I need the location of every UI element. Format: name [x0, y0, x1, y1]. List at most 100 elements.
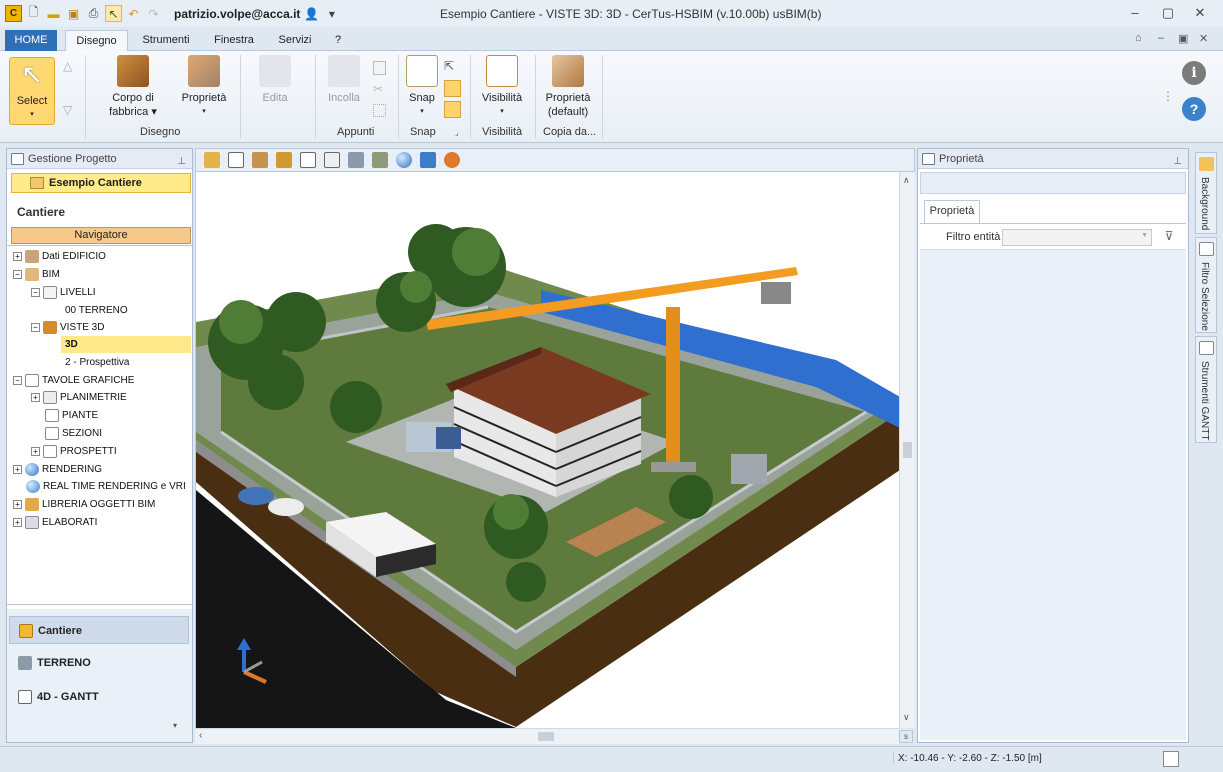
- properties-icon: [922, 153, 935, 165]
- user-icon[interactable]: 👤: [303, 5, 320, 22]
- 3d-viewport[interactable]: [195, 172, 899, 728]
- status-settings-icon[interactable]: [1163, 751, 1179, 767]
- dimension-icon[interactable]: [228, 152, 244, 168]
- pin-icon[interactable]: ⊥: [1173, 152, 1182, 172]
- tree-node-viste-3d[interactable]: − VISTE 3D: [31, 319, 104, 336]
- orbit-icon[interactable]: [348, 152, 364, 168]
- pin-view-icon[interactable]: [204, 152, 220, 168]
- tab-disegno[interactable]: Disegno: [65, 30, 128, 52]
- corpo-fabbrica-button[interactable]: Corpo di fabbrica ▾: [100, 55, 166, 119]
- minimize-icon[interactable]: –: [1125, 5, 1145, 20]
- snap-dialog-launcher-icon[interactable]: ⌟: [455, 128, 459, 137]
- tree-node-elaborati[interactable]: + ELABORATI: [13, 514, 97, 531]
- zoom-extents-icon[interactable]: [300, 152, 316, 168]
- restore-icon[interactable]: ▢: [1158, 5, 1178, 21]
- snap-pointer-icon[interactable]: ⇱: [444, 59, 460, 74]
- copy-format-icon[interactable]: [373, 104, 386, 117]
- edita-button[interactable]: Edita: [252, 55, 298, 105]
- zoom-window-icon[interactable]: [324, 152, 340, 168]
- open-folder-icon[interactable]: ▬: [45, 5, 62, 22]
- tree-node-livelli[interactable]: − LIVELLI: [31, 284, 96, 301]
- tree-node-piante[interactable]: PIANTE: [45, 407, 98, 424]
- customize-toolbar-icon[interactable]: ▾: [323, 5, 340, 22]
- tree-node-prospettiva[interactable]: 2 - Prospettiva: [65, 354, 129, 371]
- print-icon[interactable]: ⎙: [85, 5, 102, 22]
- filter-funnel-icon[interactable]: ⊽: [1160, 229, 1178, 246]
- incolla-button[interactable]: Incolla: [322, 55, 366, 105]
- tree-node-00-terreno[interactable]: 00 TERRENO: [65, 302, 128, 319]
- tree-node-real-time-rendering[interactable]: REAL TIME RENDERING e VRI: [26, 478, 186, 495]
- undo-icon[interactable]: ↶: [125, 5, 142, 22]
- mdi-restore-icon[interactable]: ▣: [1178, 32, 1188, 45]
- proprieta-default-button[interactable]: Proprietà (default): [540, 55, 596, 119]
- tree-node-bim[interactable]: − BIM: [13, 266, 60, 283]
- tree-node-tavole-grafiche[interactable]: − TAVOLE GRAFICHE: [13, 372, 134, 389]
- tree-node-prospetti[interactable]: + PROSPETTI: [31, 443, 117, 460]
- filter-row: Filtro entità ⊽: [920, 224, 1186, 250]
- project-icon: [30, 177, 44, 189]
- terrain-view-icon[interactable]: [372, 152, 388, 168]
- tree-node-dati-edificio[interactable]: + Dati EDIFICIO: [13, 248, 106, 265]
- tab-help[interactable]: ?: [328, 32, 348, 51]
- scroll-down-icon[interactable]: ▽: [63, 103, 72, 117]
- tab-finestra[interactable]: Finestra: [206, 32, 262, 51]
- scroll-up-icon[interactable]: △: [63, 59, 72, 73]
- more-modules-icon[interactable]: ▾: [173, 721, 177, 730]
- copy-icon[interactable]: [373, 61, 386, 75]
- scroll-up-arrow-icon[interactable]: ∧: [903, 175, 910, 186]
- new-file-icon[interactable]: 🗋: [25, 5, 42, 22]
- collapse-ribbon-icon[interactable]: ⌂: [1135, 32, 1142, 44]
- tree-node-planimetrie[interactable]: + PLANIMETRIE: [31, 389, 127, 406]
- select-button[interactable]: ↖ Select ▾: [9, 57, 55, 125]
- horizontal-scrollbar[interactable]: ‹ s: [195, 728, 913, 744]
- mdi-close-icon[interactable]: ✕: [1199, 32, 1208, 45]
- tab-proprieta[interactable]: Proprietà: [924, 200, 980, 223]
- scroll-left-arrow-icon[interactable]: ‹: [199, 730, 202, 741]
- info-icon[interactable]: i: [1182, 61, 1206, 85]
- cantiere-icon: [19, 624, 33, 638]
- close-icon[interactable]: ✕: [1190, 5, 1210, 21]
- redo-icon[interactable]: ↷: [145, 5, 162, 22]
- snap-hatch-icon[interactable]: [444, 101, 461, 118]
- group-copia-da: Copia da...: [543, 126, 597, 138]
- tab-home[interactable]: HOME: [5, 30, 57, 51]
- module-cantiere-button[interactable]: Cantiere: [9, 616, 189, 644]
- side-tab-filtro-selezione[interactable]: Filtro Selezione: [1195, 237, 1217, 333]
- render-sphere-icon[interactable]: [396, 152, 412, 168]
- mdi-minimize-icon[interactable]: –: [1158, 32, 1164, 44]
- side-tab-background[interactable]: Background: [1195, 152, 1217, 234]
- tree-node-3d[interactable]: 3D: [61, 336, 191, 353]
- help-icon[interactable]: ?: [1182, 97, 1206, 121]
- wall-tool-icon[interactable]: [276, 152, 292, 168]
- app-icon[interactable]: C: [5, 5, 22, 22]
- side-tab-strumenti-gantt[interactable]: Strumenti GANTT: [1195, 336, 1217, 443]
- project-item[interactable]: Esempio Cantiere: [11, 173, 191, 193]
- user-email[interactable]: patrizio.volpe@acca.it: [174, 7, 300, 21]
- tab-strumenti[interactable]: Strumenti: [138, 32, 194, 51]
- share-icon[interactable]: [444, 152, 460, 168]
- tab-servizi[interactable]: Servizi: [272, 32, 318, 51]
- tree-node-libreria-oggetti-bim[interactable]: + LIBRERIA OGGETTI BIM: [13, 496, 155, 513]
- horizontal-scroll-thumb[interactable]: [538, 732, 554, 741]
- tree-node-rendering[interactable]: + RENDERING: [13, 461, 102, 478]
- cut-icon[interactable]: ✂: [373, 82, 383, 96]
- save-icon[interactable]: ▣: [65, 5, 82, 22]
- filter-entity-select[interactable]: [1002, 229, 1152, 246]
- select-cursor-icon[interactable]: ↖: [105, 5, 122, 22]
- visibilita-button[interactable]: Visibilità ▾: [476, 55, 528, 119]
- scroll-down-arrow-icon[interactable]: ∨: [903, 712, 910, 723]
- ribbon-overflow-icon[interactable]: ⋮: [1162, 89, 1174, 103]
- snap-button[interactable]: Snap ▾: [404, 55, 440, 119]
- vertical-scroll-thumb[interactable]: [903, 442, 912, 458]
- navigatore-header: Navigatore: [11, 227, 191, 244]
- proprieta-button[interactable]: Proprietà ▾: [176, 55, 232, 119]
- pin-icon[interactable]: ⊥: [177, 152, 186, 172]
- split-view-icon[interactable]: s: [899, 730, 913, 743]
- texture-icon[interactable]: [252, 152, 268, 168]
- snap-grid-icon[interactable]: [444, 80, 461, 97]
- tree-node-sezioni[interactable]: SEZIONI: [45, 425, 102, 442]
- module-gantt-button[interactable]: 4D - GANTT: [9, 683, 189, 711]
- module-terreno-button[interactable]: TERRENO: [9, 649, 189, 677]
- walk-icon[interactable]: [420, 152, 436, 168]
- vertical-scrollbar[interactable]: ∧ ∨: [899, 172, 915, 728]
